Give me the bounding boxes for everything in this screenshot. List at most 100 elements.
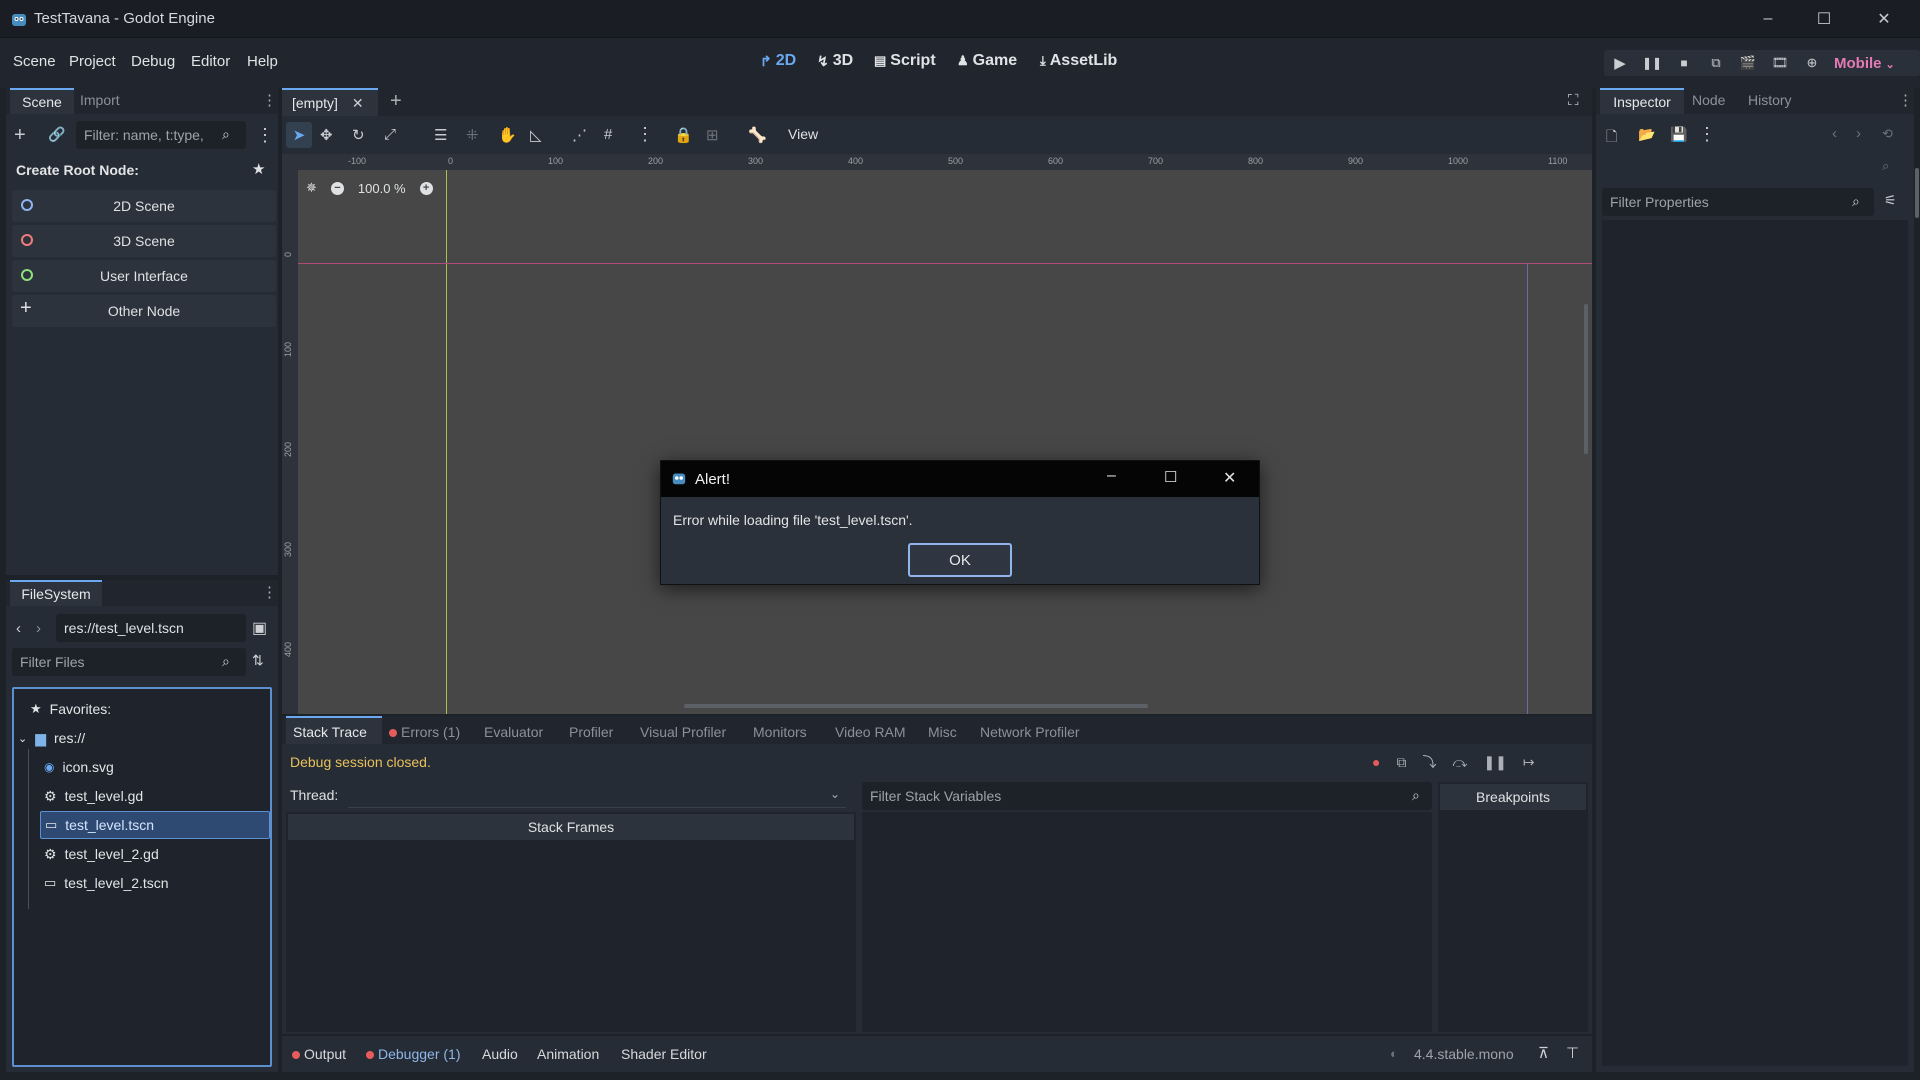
- file-row[interactable]: ▭ test_level_2.tscn: [44, 869, 169, 897]
- favorites-star-icon[interactable]: ★: [252, 160, 265, 178]
- root-node-3d-scene-button[interactable]: 3D Scene: [12, 225, 276, 257]
- scene-filter-input[interactable]: Filter: name, t:type,: [76, 121, 246, 149]
- tab-evaluator[interactable]: Evaluator: [484, 724, 543, 740]
- path-input[interactable]: res://test_level.tscn: [56, 614, 246, 642]
- file-row[interactable]: ◉ icon.svg: [44, 753, 114, 781]
- pause-icon[interactable]: ❚❚: [1636, 56, 1668, 70]
- bottom-tab-output[interactable]: Output: [292, 1046, 346, 1062]
- sort-icon[interactable]: ⇅: [252, 652, 264, 669]
- tab-video-ram[interactable]: Video RAM: [835, 724, 906, 740]
- add-node-icon[interactable]: +: [14, 124, 26, 147]
- remote-debug-icon[interactable]: ⧉: [1700, 55, 1732, 71]
- file-row-selected[interactable]: ▭ test_level.tscn: [40, 811, 270, 839]
- step-over-icon[interactable]: ⤼: [1452, 754, 1467, 771]
- break-icon[interactable]: ❚❚: [1483, 754, 1506, 771]
- tab-history[interactable]: History: [1748, 92, 1792, 108]
- tab-network-profiler[interactable]: Network Profiler: [980, 724, 1080, 740]
- grid-snap-icon[interactable]: #: [604, 126, 612, 143]
- rotate-mode-icon[interactable]: ↻: [352, 126, 365, 144]
- kebab-menu-icon[interactable]: ⋮: [262, 91, 277, 109]
- menu-scene[interactable]: Scene: [13, 53, 56, 70]
- file-row[interactable]: ⚙ test_level.gd: [44, 782, 143, 810]
- zoom-in-icon[interactable]: +: [419, 181, 433, 195]
- copy-icon[interactable]: ⧉: [1396, 754, 1406, 771]
- movie-maker-icon[interactable]: ⊕: [1796, 55, 1828, 71]
- pivot-mode-icon[interactable]: ⁜: [466, 126, 479, 144]
- minimize-button[interactable]: –: [1740, 0, 1796, 38]
- renderer-selector[interactable]: Mobile ⌄: [1834, 55, 1895, 72]
- list-select-icon[interactable]: ☰: [434, 126, 447, 144]
- expand-panel-icon[interactable]: ⊤: [1566, 1044, 1579, 1062]
- res-root-row[interactable]: ⌄ ▆ res://: [18, 724, 85, 752]
- ruler-mode-icon[interactable]: ◺: [530, 126, 542, 144]
- horizontal-scrollbar[interactable]: [684, 704, 1148, 708]
- close-window-button[interactable]: ✕: [1856, 0, 1912, 38]
- continue-icon[interactable]: ↦: [1523, 754, 1535, 771]
- view-menu[interactable]: View: [788, 126, 818, 142]
- open-resource-icon[interactable]: 📂: [1638, 126, 1655, 143]
- filter-files-input[interactable]: Filter Files: [12, 648, 246, 676]
- tab-misc[interactable]: Misc: [928, 724, 957, 740]
- kebab-menu-icon[interactable]: ⋮: [1898, 91, 1913, 109]
- root-node-user-interface-button[interactable]: User Interface: [12, 260, 276, 292]
- viewport-2d[interactable]: -100 0 100 200 300 400 500 600 700 800 900 1000 1100…: [282, 154, 1592, 714]
- split-view-icon[interactable]: ▣: [252, 618, 267, 638]
- tab-visual-profiler[interactable]: Visual Profiler: [640, 724, 726, 740]
- bottom-tab-audio[interactable]: Audio: [482, 1046, 518, 1062]
- group-icon[interactable]: ⊞: [706, 126, 719, 144]
- close-dialog-button[interactable]: ✕: [1223, 468, 1236, 488]
- bottom-tab-animation[interactable]: Animation: [537, 1046, 599, 1062]
- bone-icon[interactable]: 🦴: [748, 126, 767, 144]
- workspace-3d-button[interactable]: ↯ 3D: [817, 52, 853, 70]
- tab-monitors[interactable]: Monitors: [753, 724, 807, 740]
- pin-icon[interactable]: ⊼: [1538, 1044, 1549, 1062]
- tab-inspector[interactable]: Inspector: [1600, 88, 1684, 114]
- move-mode-icon[interactable]: ✥: [320, 126, 333, 144]
- history-forward-icon[interactable]: ›: [1856, 125, 1861, 142]
- object-search-icon[interactable]: ⌕: [1882, 158, 1889, 174]
- file-row[interactable]: ⚙ test_level_2.gd: [44, 840, 159, 868]
- center-view-icon[interactable]: ✵: [306, 180, 317, 196]
- workspace-game-button[interactable]: ♟ Game: [957, 52, 1017, 70]
- maximize-button[interactable]: ☐: [1164, 468, 1177, 486]
- workspace-script-button[interactable]: ▤ Script: [874, 52, 936, 70]
- pan-mode-icon[interactable]: ✋: [498, 126, 517, 144]
- history-forward-icon[interactable]: ›: [36, 620, 41, 637]
- menu-debug[interactable]: Debug: [131, 53, 175, 70]
- root-node-2d-scene-button[interactable]: 2D Scene: [12, 190, 276, 222]
- ok-button[interactable]: OK: [908, 543, 1012, 577]
- favorites-row[interactable]: ★ Favorites:: [30, 695, 111, 723]
- bottom-tab-shader-editor[interactable]: Shader Editor: [621, 1046, 707, 1062]
- inspector-options-icon[interactable]: ⚟: [1884, 192, 1897, 209]
- stop-icon[interactable]: ■: [1668, 56, 1700, 70]
- play-icon[interactable]: ▶: [1604, 54, 1636, 72]
- workspace-assetlib-button[interactable]: ⤓ AssetLib: [1040, 52, 1117, 70]
- thread-select[interactable]: ⌄: [348, 782, 846, 808]
- tab-stack-trace-label[interactable]: Stack Trace: [293, 724, 367, 740]
- maximize-button[interactable]: ☐: [1796, 0, 1852, 38]
- distraction-free-icon[interactable]: ⛶: [1568, 92, 1579, 109]
- tab-profiler[interactable]: Profiler: [569, 724, 613, 740]
- inspector-scrollbar[interactable]: [1915, 168, 1919, 218]
- scene-options-icon[interactable]: ⋮: [256, 125, 274, 146]
- select-mode-icon[interactable]: ➤: [286, 122, 312, 148]
- tab-node[interactable]: Node: [1692, 92, 1725, 108]
- play-custom-scene-icon[interactable]: 🎞: [1764, 55, 1796, 71]
- vertical-scrollbar[interactable]: [1584, 304, 1588, 454]
- zoom-out-icon[interactable]: −: [330, 181, 344, 195]
- history-back-icon[interactable]: ‹: [1832, 125, 1837, 142]
- save-resource-icon[interactable]: 💾: [1670, 126, 1687, 143]
- kebab-menu-icon[interactable]: ⋮: [262, 583, 277, 601]
- smart-snap-icon[interactable]: ⋰: [572, 126, 587, 144]
- tab-scene[interactable]: Scene: [10, 88, 74, 114]
- filter-properties-input[interactable]: Filter Properties: [1602, 188, 1874, 216]
- tab-errors[interactable]: Errors (1): [389, 724, 460, 740]
- workspace-2d-button[interactable]: ↱ 2D: [760, 52, 796, 70]
- menu-help[interactable]: Help: [247, 53, 278, 70]
- snap-options-icon[interactable]: ⋮: [636, 124, 654, 145]
- menu-project[interactable]: Project: [69, 53, 116, 70]
- tab-filesystem[interactable]: FileSystem: [10, 580, 102, 606]
- scene-tab-empty[interactable]: [empty] ✕: [282, 88, 378, 116]
- add-tab-icon[interactable]: +: [390, 90, 402, 113]
- minimize-button[interactable]: –: [1107, 467, 1116, 485]
